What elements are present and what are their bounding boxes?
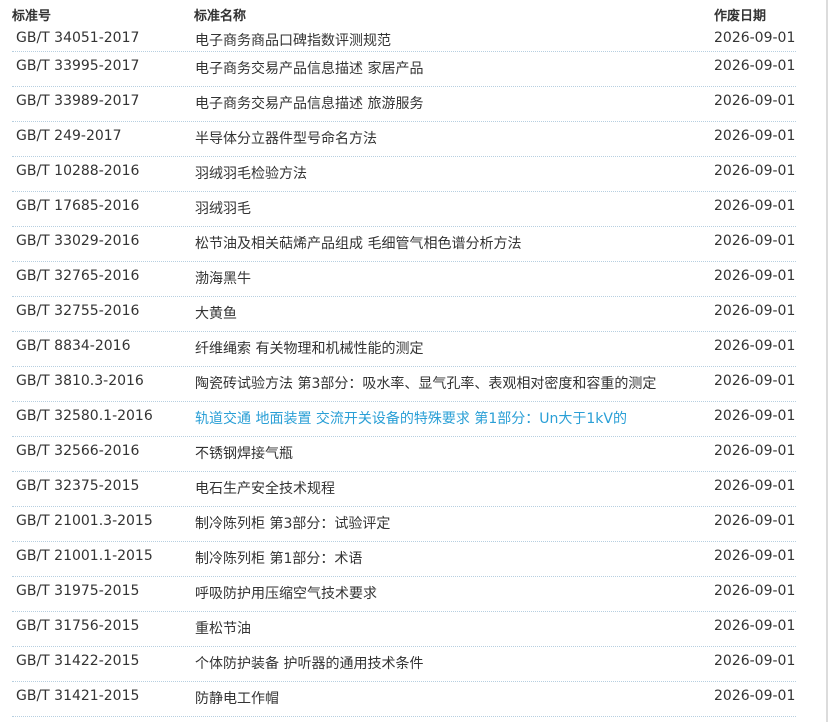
table-row[interactable]: GB/T 33029-2016 松节油及相关萜烯产品组成 毛细管气相色谱分析方法 2… <box>12 227 796 262</box>
standard-code: GB/T 21001.3-2015 <box>16 513 153 529</box>
column-header-date: 作废日期 <box>714 9 767 24</box>
standard-code: GB/T 33029-2016 <box>16 233 140 249</box>
abolish-date: 2026-09-01 <box>714 93 796 109</box>
standard-code: GB/T 249-2017 <box>16 128 122 144</box>
standard-name-link[interactable]: 制冷陈列柜 第3部分：试验评定 <box>195 513 390 533</box>
standard-code: GB/T 10288-2016 <box>16 163 140 179</box>
table-row[interactable]: GB/T 249-2017 半导体分立器件型号命名方法 2026-09-01 <box>12 122 796 157</box>
standards-table-frame: 标准号 标准名称 作废日期 GB/T 34051-2017 电子商务商品口碑指数评… <box>0 0 828 722</box>
standard-name-link[interactable]: 制冷陈列柜 第1部分：术语 <box>195 548 362 568</box>
standard-name-link[interactable]: 羽绒羽毛 <box>195 198 251 218</box>
standard-name-link[interactable]: 松节油及相关萜烯产品组成 毛细管气相色谱分析方法 <box>195 233 521 253</box>
abolish-date: 2026-09-01 <box>714 443 796 459</box>
column-header-name: 标准名称 <box>194 9 247 24</box>
standard-name-link[interactable]: 不锈钢焊接气瓶 <box>195 443 293 463</box>
table-row[interactable]: GB/T 8834-2016 纤维绳索 有关物理和机械性能的测定 2026-09-0… <box>12 332 796 367</box>
standard-name-link[interactable]: 呼吸防护用压缩空气技术要求 <box>195 583 377 603</box>
table-header: 标准号 标准名称 作废日期 <box>12 0 796 26</box>
table-row[interactable]: GB/T 21001.3-2015 制冷陈列柜 第3部分：试验评定 2026-09-… <box>12 507 796 542</box>
standard-code: GB/T 32566-2016 <box>16 443 140 459</box>
table-row[interactable]: GB/T 21001.1-2015 制冷陈列柜 第1部分：术语 2026-09-01 <box>12 542 796 577</box>
standard-code: GB/T 31756-2015 <box>16 618 140 634</box>
standard-name-link[interactable]: 重松节油 <box>195 618 251 638</box>
abolish-date: 2026-09-01 <box>714 653 796 669</box>
standard-name-link[interactable]: 电石生产安全技术规程 <box>195 478 335 498</box>
standard-code: GB/T 31422-2015 <box>16 653 140 669</box>
table-row[interactable]: GB/T 31422-2015 个体防护装备 护听器的通用技术条件 2026-09-… <box>12 647 796 682</box>
standard-name-link[interactable]: 轨道交通 地面装置 交流开关设备的特殊要求 第1部分：Un大于1kV的 <box>195 408 627 428</box>
standard-code: GB/T 31975-2015 <box>16 583 140 599</box>
standard-name-link[interactable]: 纤维绳索 有关物理和机械性能的测定 <box>195 338 423 358</box>
abolish-date: 2026-09-01 <box>714 583 796 599</box>
table-row[interactable]: GB/T 17685-2016 羽绒羽毛 2026-09-01 <box>12 192 796 227</box>
standard-name-link[interactable]: 电子商务交易产品信息描述 旅游服务 <box>195 93 423 113</box>
standard-code: GB/T 33989-2017 <box>16 93 140 109</box>
table-row[interactable]: GB/T 32580.1-2016 轨道交通 地面装置 交流开关设备的特殊要求 第… <box>12 402 796 437</box>
table-row[interactable]: GB/T 33989-2017 电子商务交易产品信息描述 旅游服务 2026-09-… <box>12 87 796 122</box>
standard-name-link[interactable]: 陶瓷砖试验方法 第3部分：吸水率、显气孔率、表观相对密度和容重的测定 <box>195 373 656 393</box>
table-row[interactable]: GB/T 32375-2015 电石生产安全技术规程 2026-09-01 <box>12 472 796 507</box>
standard-code: GB/T 3810.3-2016 <box>16 373 144 389</box>
standard-name-link[interactable]: 电子商务商品口碑指数评测规范 <box>195 30 391 50</box>
abolish-date: 2026-09-01 <box>714 163 796 179</box>
table-row[interactable]: GB/T 32765-2016 渤海黑牛 2026-09-01 <box>12 262 796 297</box>
standard-name-link[interactable]: 电子商务交易产品信息描述 家居产品 <box>195 58 423 78</box>
standard-code: GB/T 31421-2015 <box>16 688 140 704</box>
standards-table: 标准号 标准名称 作废日期 GB/T 34051-2017 电子商务商品口碑指数评… <box>12 0 796 717</box>
table-row[interactable]: GB/T 31975-2015 呼吸防护用压缩空气技术要求 2026-09-01 <box>12 577 796 612</box>
table-row[interactable]: GB/T 32566-2016 不锈钢焊接气瓶 2026-09-01 <box>12 437 796 472</box>
abolish-date: 2026-09-01 <box>714 618 796 634</box>
table-row[interactable]: GB/T 32755-2016 大黄鱼 2026-09-01 <box>12 297 796 332</box>
abolish-date: 2026-09-01 <box>714 58 796 74</box>
standard-code: GB/T 17685-2016 <box>16 198 140 214</box>
abolish-date: 2026-09-01 <box>714 30 796 46</box>
standard-name-link[interactable]: 防静电工作帽 <box>195 688 279 708</box>
abolish-date: 2026-09-01 <box>714 478 796 494</box>
abolish-date: 2026-09-01 <box>714 688 796 704</box>
standard-code: GB/T 21001.1-2015 <box>16 548 153 564</box>
abolish-date: 2026-09-01 <box>714 408 796 424</box>
abolish-date: 2026-09-01 <box>714 303 796 319</box>
standard-code: GB/T 32765-2016 <box>16 268 140 284</box>
table-row[interactable]: GB/T 3810.3-2016 陶瓷砖试验方法 第3部分：吸水率、显气孔率、表观… <box>12 367 796 402</box>
table-row[interactable]: GB/T 31421-2015 防静电工作帽 2026-09-01 <box>12 682 796 717</box>
column-header-code: 标准号 <box>12 9 52 24</box>
abolish-date: 2026-09-01 <box>714 198 796 214</box>
abolish-date: 2026-09-01 <box>714 268 796 284</box>
table-row[interactable]: GB/T 34051-2017 电子商务商品口碑指数评测规范 2026-09-01 <box>12 26 796 52</box>
standard-code: GB/T 32755-2016 <box>16 303 140 319</box>
standard-code: GB/T 33995-2017 <box>16 58 140 74</box>
abolish-date: 2026-09-01 <box>714 548 796 564</box>
standard-code: GB/T 34051-2017 <box>16 30 140 46</box>
abolish-date: 2026-09-01 <box>714 338 796 354</box>
abolish-date: 2026-09-01 <box>714 373 796 389</box>
standard-name-link[interactable]: 半导体分立器件型号命名方法 <box>195 128 377 148</box>
abolish-date: 2026-09-01 <box>714 513 796 529</box>
standard-code: GB/T 32375-2015 <box>16 478 140 494</box>
table-row[interactable]: GB/T 33995-2017 电子商务交易产品信息描述 家居产品 2026-09-… <box>12 52 796 87</box>
standard-code: GB/T 8834-2016 <box>16 338 131 354</box>
abolish-date: 2026-09-01 <box>714 233 796 249</box>
standard-name-link[interactable]: 渤海黑牛 <box>195 268 251 288</box>
table-row[interactable]: GB/T 10288-2016 羽绒羽毛检验方法 2026-09-01 <box>12 157 796 192</box>
standard-name-link[interactable]: 个体防护装备 护听器的通用技术条件 <box>195 653 423 673</box>
standard-code: GB/T 32580.1-2016 <box>16 408 153 424</box>
table-row[interactable]: GB/T 31756-2015 重松节油 2026-09-01 <box>12 612 796 647</box>
table-body: GB/T 34051-2017 电子商务商品口碑指数评测规范 2026-09-01 G… <box>12 26 796 717</box>
standard-name-link[interactable]: 羽绒羽毛检验方法 <box>195 163 307 183</box>
standard-name-link[interactable]: 大黄鱼 <box>195 303 237 323</box>
abolish-date: 2026-09-01 <box>714 128 796 144</box>
